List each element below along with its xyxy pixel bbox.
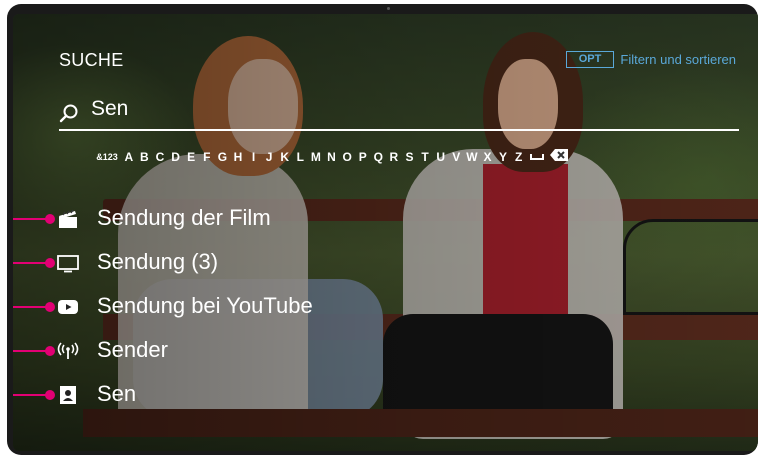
space-icon[interactable] xyxy=(526,150,548,164)
result-label: Sender xyxy=(97,337,168,362)
key-u[interactable]: U xyxy=(433,150,449,164)
search-field[interactable]: Sen xyxy=(59,96,739,128)
accent-dot xyxy=(45,214,55,224)
camera-dot xyxy=(387,7,390,10)
result-label: Sendung bei YouTube xyxy=(97,293,313,318)
accent-line xyxy=(13,218,49,220)
page-title: SUCHE xyxy=(59,50,124,70)
key-h[interactable]: H xyxy=(230,150,246,164)
accent-line xyxy=(13,350,49,352)
key-z[interactable]: Z xyxy=(511,150,527,164)
broadcast-icon xyxy=(57,342,79,359)
filter-sort-option[interactable]: OPT Filtern und sortieren xyxy=(565,51,736,68)
search-query: Sen xyxy=(91,97,129,120)
key-q[interactable]: Q xyxy=(371,150,387,164)
accent-dot xyxy=(45,390,55,400)
key-d[interactable]: D xyxy=(168,150,184,164)
key-k[interactable]: K xyxy=(277,150,293,164)
key-c[interactable]: C xyxy=(152,150,168,164)
accent-dot xyxy=(45,302,55,312)
accent-line xyxy=(13,262,49,264)
key-w[interactable]: W xyxy=(464,150,480,164)
key-b[interactable]: B xyxy=(137,150,153,164)
key-l[interactable]: L xyxy=(293,150,309,164)
key-r[interactable]: R xyxy=(386,150,402,164)
tv-screen: SUCHE OPT Filtern und sortieren Sen &123… xyxy=(13,14,758,451)
accent-dot xyxy=(45,346,55,356)
key-x[interactable]: X xyxy=(480,150,496,164)
onscreen-keyboard: &123 ABCDEFGHIJKLMNOPQRSTUVWXYZ xyxy=(93,148,570,165)
film-clapper-icon xyxy=(59,209,77,228)
key-n[interactable]: N xyxy=(324,150,340,164)
key-p[interactable]: P xyxy=(355,150,371,164)
key-v[interactable]: V xyxy=(448,150,464,164)
opt-key-badge: OPT xyxy=(565,51,615,68)
tv-icon xyxy=(57,255,79,273)
accent-line xyxy=(13,306,49,308)
key-f[interactable]: F xyxy=(199,150,215,164)
key-t[interactable]: T xyxy=(417,150,433,164)
key-y[interactable]: Y xyxy=(495,150,511,164)
key-j[interactable]: J xyxy=(261,150,277,164)
search-icon xyxy=(59,104,78,123)
search-underline xyxy=(59,129,739,131)
result-label: Sen xyxy=(97,381,137,406)
filter-sort-label: Filtern und sortieren xyxy=(620,52,736,67)
key-g[interactable]: G xyxy=(215,150,231,164)
key-i[interactable]: I xyxy=(246,150,262,164)
result-label: Sendung (3) xyxy=(97,249,219,274)
key-symbols[interactable]: &123 xyxy=(93,152,121,162)
accent-dot xyxy=(45,258,55,268)
key-m[interactable]: M xyxy=(308,150,324,164)
key-a[interactable]: A xyxy=(121,150,137,164)
backspace-icon[interactable] xyxy=(548,148,570,165)
youtube-icon xyxy=(58,300,78,314)
key-o[interactable]: O xyxy=(339,150,355,164)
accent-line xyxy=(13,394,49,396)
contact-icon xyxy=(60,386,76,404)
tv-frame: SUCHE OPT Filtern und sortieren Sen &123… xyxy=(7,4,758,455)
key-s[interactable]: S xyxy=(402,150,418,164)
key-e[interactable]: E xyxy=(183,150,199,164)
result-label: Sendung der Film xyxy=(97,205,271,230)
